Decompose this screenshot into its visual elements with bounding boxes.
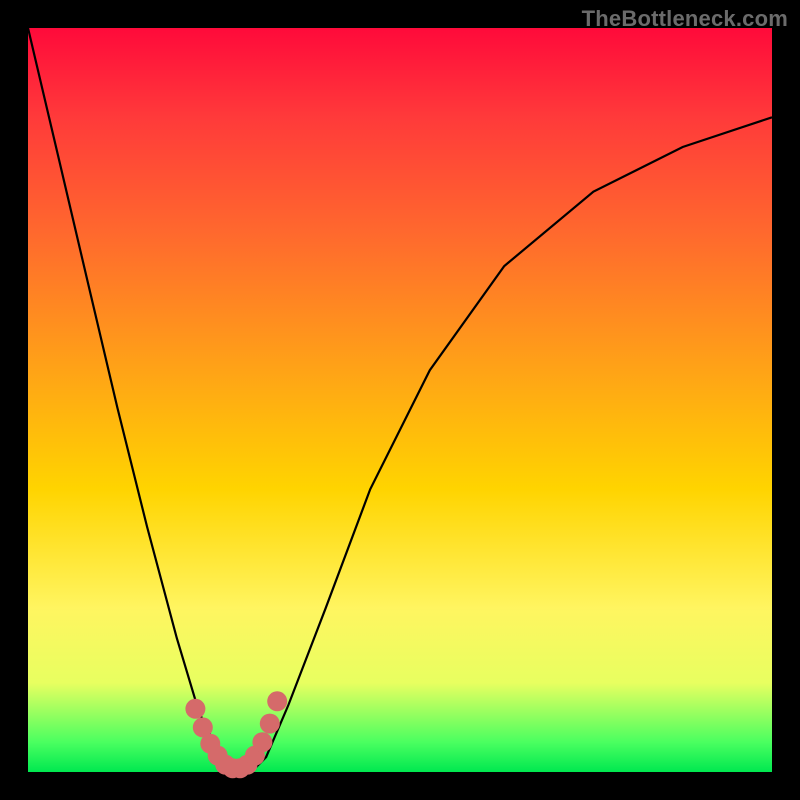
marker-dot — [267, 691, 287, 711]
marker-dot — [260, 714, 280, 734]
marker-band — [185, 691, 287, 778]
bottleneck-curve — [28, 28, 772, 772]
plot-svg — [28, 28, 772, 772]
marker-dot — [252, 732, 272, 752]
marker-dot — [185, 699, 205, 719]
